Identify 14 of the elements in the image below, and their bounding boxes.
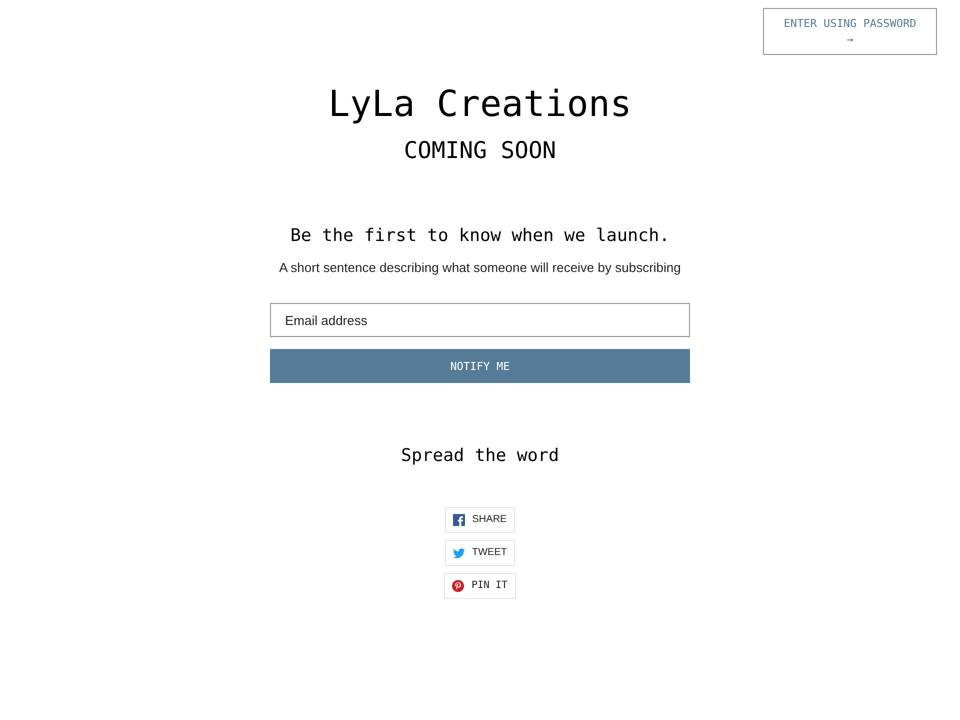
store-title: LyLa Creations [328,83,632,127]
newsletter-description: A short sentence describing what someone will receive by subscribing [279,259,681,277]
email-field[interactable]: Email address [270,303,690,337]
coming-soon-text: COMING SOON [404,137,556,165]
newsletter-heading: Be the first to know when we launch. [290,225,670,248]
share-button[interactable]: TWEET [445,540,515,566]
share-button[interactable]: PIN IT [444,573,516,599]
notify-button[interactable]: NOTIFY ME [270,349,690,383]
enter-password-button[interactable]: ENTER USING PASSWORD → [763,8,937,55]
facebook-icon [453,514,466,526]
bird-icon [453,547,465,559]
spread-heading: Spread the word [400,445,560,468]
share-button[interactable]: SHARE [445,507,515,533]
pinterest-icon [452,580,464,592]
